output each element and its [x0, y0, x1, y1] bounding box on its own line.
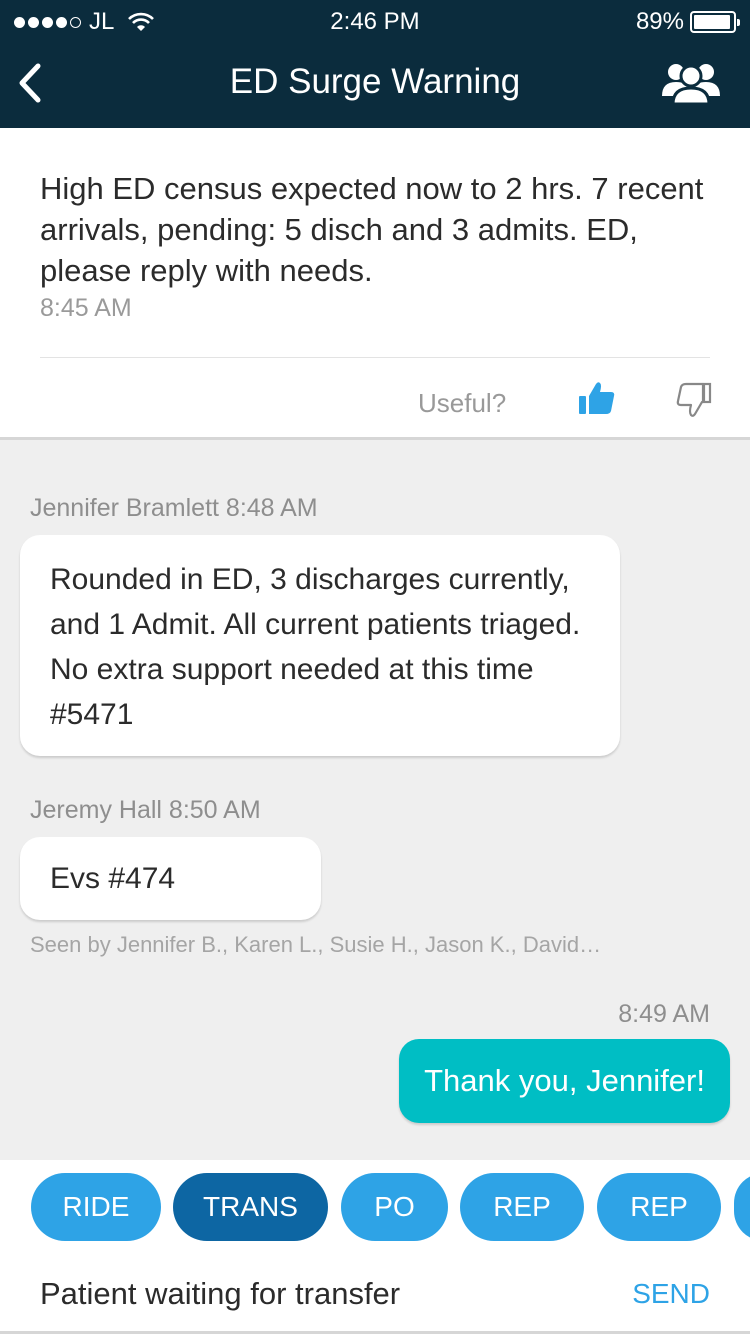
composer: RIDE TRANS PO REP REP Patient waiting fo… [0, 1160, 750, 1334]
battery-icon [690, 11, 740, 33]
group-icon [662, 64, 720, 106]
message-bubble[interactable]: Evs #474 [20, 837, 321, 920]
thumb-up-icon[interactable] [578, 380, 616, 416]
send-button[interactable]: SEND [632, 1272, 710, 1316]
message-input[interactable]: Patient waiting for transfer [40, 1272, 600, 1316]
message-bubble[interactable]: Rounded in ED, 3 discharges currently, a… [20, 535, 620, 756]
outgoing-time: 8:49 AM [618, 1000, 710, 1028]
seen-by-text: Seen by Jennifer B., Karen L., Susie H.,… [30, 932, 602, 957]
outgoing-message-bubble[interactable]: Thank you, Jennifer! [399, 1039, 730, 1123]
announcement-card: High ED census expected now to 2 hrs. 7 … [0, 128, 750, 440]
page-title: ED Surge Warning [229, 62, 521, 101]
announcement-text: High ED census expected now to 2 hrs. 7 … [40, 171, 704, 288]
group-members-button[interactable] [660, 58, 722, 106]
thumb-down-icon[interactable] [676, 382, 712, 418]
quick-reply-ride[interactable]: RIDE [31, 1173, 161, 1241]
divider [40, 357, 710, 358]
quick-reply-rep-2[interactable]: REP [597, 1173, 721, 1241]
message-sender: Jennifer Bramlett 8:48 AM [30, 494, 318, 522]
status-bar: JL 2:46 PM 89% [0, 0, 750, 40]
useful-label: Useful? [418, 388, 507, 418]
quick-reply-rep[interactable]: REP [460, 1173, 584, 1241]
quick-reply-trans[interactable]: TRANS [173, 1173, 328, 1241]
quick-reply-bar[interactable]: RIDE TRANS PO REP REP [0, 1173, 750, 1241]
top-bar: JL 2:46 PM 89% ED Surge Warning [0, 0, 750, 128]
quick-reply-overflow[interactable] [734, 1173, 750, 1241]
announcement-time: 8:45 AM [40, 294, 132, 322]
message-sender: Jeremy Hall 8:50 AM [30, 796, 261, 824]
battery-percent: 89% [635, 8, 684, 35]
quick-reply-po[interactable]: PO [341, 1173, 448, 1241]
